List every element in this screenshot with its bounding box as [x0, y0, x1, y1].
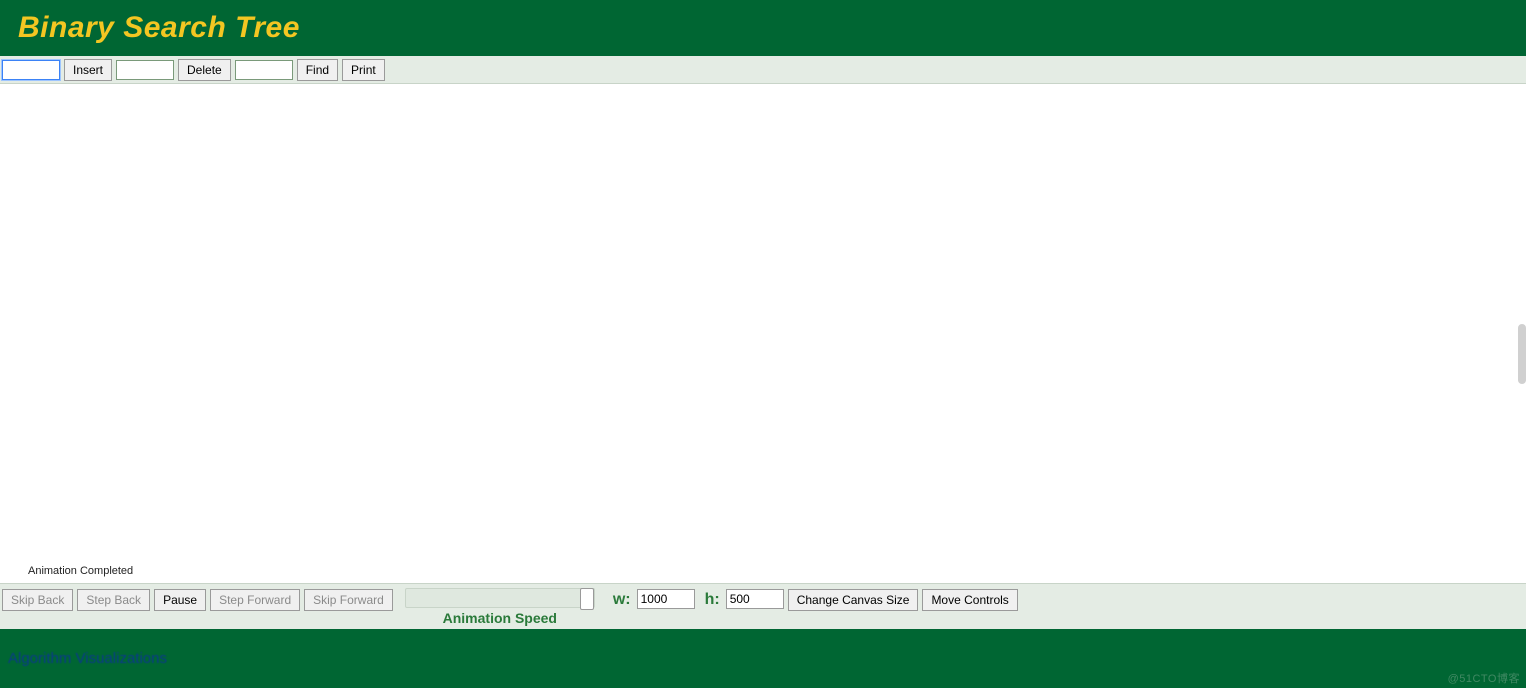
step-back-button[interactable]: Step Back: [77, 589, 150, 611]
speed-slider-thumb[interactable]: [580, 588, 594, 610]
insert-button[interactable]: Insert: [64, 59, 112, 81]
height-label: h:: [705, 591, 720, 627]
width-label: w:: [613, 591, 631, 627]
skip-back-button[interactable]: Skip Back: [2, 589, 73, 611]
page-scrollbar[interactable]: [1518, 324, 1526, 384]
pause-button[interactable]: Pause: [154, 589, 206, 611]
speed-slider-wrap: Animation Speed: [405, 588, 595, 626]
width-input[interactable]: [637, 589, 695, 609]
algorithm-visualizations-link[interactable]: Algorithm Visualizations: [8, 650, 167, 667]
change-canvas-size-button[interactable]: Change Canvas Size: [788, 589, 919, 611]
speed-slider-label: Animation Speed: [443, 610, 557, 626]
skip-forward-button[interactable]: Skip Forward: [304, 589, 393, 611]
header: Binary Search Tree: [0, 0, 1526, 56]
find-button[interactable]: Find: [297, 59, 338, 81]
delete-input[interactable]: [116, 60, 174, 80]
delete-button[interactable]: Delete: [178, 59, 231, 81]
watermark: @51CTO博客: [1448, 670, 1520, 686]
speed-slider[interactable]: [405, 588, 595, 608]
find-input[interactable]: [235, 60, 293, 80]
animation-controls: Skip Back Step Back Pause Step Forward S…: [0, 583, 1526, 629]
animation-status: Animation Completed: [28, 565, 133, 577]
footer: Algorithm Visualizations @51CTO博客: [0, 629, 1526, 688]
page-title: Binary Search Tree: [18, 11, 300, 45]
operation-toolbar: Insert Delete Find Print: [0, 56, 1526, 84]
step-forward-button[interactable]: Step Forward: [210, 589, 300, 611]
print-button[interactable]: Print: [342, 59, 385, 81]
height-input[interactable]: [726, 589, 784, 609]
insert-input[interactable]: [2, 60, 60, 80]
canvas-area: Animation Completed: [0, 84, 1526, 583]
move-controls-button[interactable]: Move Controls: [922, 589, 1017, 611]
